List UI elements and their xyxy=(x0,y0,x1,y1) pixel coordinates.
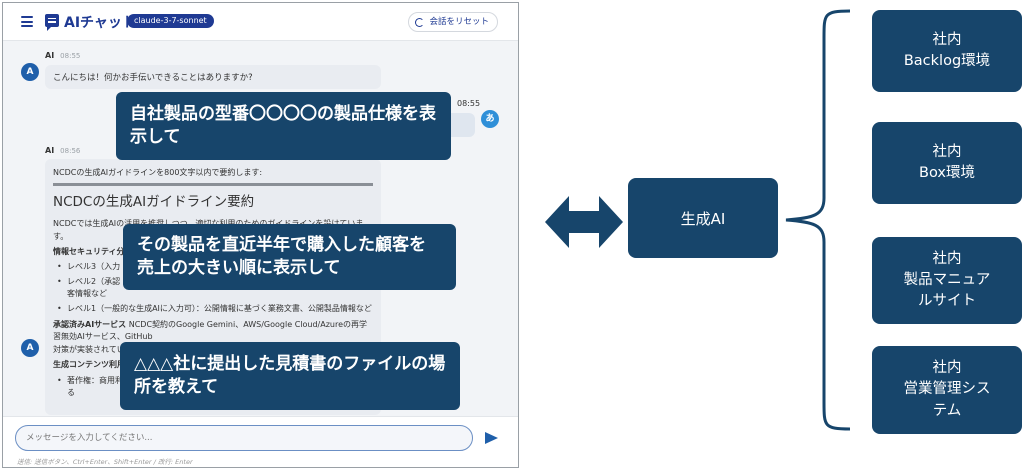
list-item-text: る xyxy=(67,388,75,397)
refresh-icon xyxy=(415,18,425,27)
example-prompt-callout: 自社製品の型番〇〇〇〇の製品仕様を表示して xyxy=(116,92,451,160)
section-text: 対策が実装されてい xyxy=(53,344,125,354)
message-time: 08:55 xyxy=(457,99,481,108)
sender-name: AI xyxy=(45,51,55,60)
message-time: 08:55 xyxy=(60,52,81,60)
input-area: 送信: 送信ボタン、Ctrl+Enter、Shift+Enter / 改行: E… xyxy=(3,416,518,467)
example-prompt-callout: △△△社に提出した見積書のファイルの場所を教えて xyxy=(120,342,460,410)
system-box-line: Backlog環境 xyxy=(903,53,991,69)
model-badge[interactable]: claude-3-7-sonnet xyxy=(127,14,214,28)
system-box-line: 営業管理シス xyxy=(903,381,991,398)
input-hint: 送信: 送信ボタン、Ctrl+Enter、Shift+Enter / 改行: E… xyxy=(17,458,193,466)
message-bubble: こんにちは！何かお手伝いできることはありますか? xyxy=(45,65,381,89)
system-box-backlog: 社内 Backlog環境 xyxy=(872,10,1022,92)
system-box-line: Box環境 xyxy=(919,165,975,181)
message-input[interactable] xyxy=(15,425,473,451)
system-box-line: 社内 xyxy=(932,360,962,377)
user-avatar: あ xyxy=(481,110,499,128)
ai-avatar: A xyxy=(21,339,39,357)
reset-button[interactable]: 会話をリセット xyxy=(408,12,498,32)
system-box-line: 社内 xyxy=(932,143,962,160)
system-box-line: 製品マニュア xyxy=(903,271,991,288)
curly-brace xyxy=(785,9,851,431)
section-heading: 承認済みAIサービス xyxy=(53,320,127,330)
reset-label: 会話をリセット xyxy=(429,17,489,27)
system-box-box: 社内 Box環境 xyxy=(872,122,1022,204)
system-box-line: ルサイト xyxy=(918,293,976,309)
answer-heading: NCDCの生成AIガイドライン要約 xyxy=(53,194,255,211)
list-item-text: 著作権：商用利 xyxy=(67,375,123,385)
message-sender: AI 08:56 xyxy=(45,146,80,155)
system-box-line: 社内 xyxy=(932,31,962,48)
double-arrow-icon xyxy=(545,196,623,248)
system-box-line: 社内 xyxy=(932,250,962,267)
app-title: AIチャット xyxy=(64,15,136,31)
list-item-text: 客情報など xyxy=(67,289,107,299)
ai-avatar: A xyxy=(21,63,39,81)
list-item-text: レベル2（承認 xyxy=(67,276,121,286)
sender-name: AI xyxy=(45,146,55,155)
example-prompt-callout: その製品を直近半年で購入した顧客を売上の大きい順に表示して xyxy=(123,224,456,290)
system-box-sales-management: 社内 営業管理シス テム xyxy=(872,346,1022,434)
chat-icon xyxy=(45,14,59,31)
prompt-echo: NCDCの生成AIガイドラインを800文字以内で要約します: xyxy=(53,168,263,177)
menu-icon[interactable] xyxy=(21,16,33,27)
send-icon[interactable] xyxy=(483,430,499,446)
divider xyxy=(53,183,373,187)
generative-ai-box: 生成AI xyxy=(628,178,778,258)
message-sender: AI 08:55 xyxy=(45,51,80,60)
chat-header: AIチャット claude-3-7-sonnet 会話をリセット xyxy=(3,3,518,41)
message-time: 08:56 xyxy=(60,147,81,155)
system-box-product-manual: 社内 製品マニュア ルサイト xyxy=(872,237,1022,324)
list-item: レベル1（一般的な生成AIに入力可）：公開情報に基づく業務文書、公開製品情報など xyxy=(57,303,373,316)
system-box-line: テム xyxy=(932,402,962,419)
